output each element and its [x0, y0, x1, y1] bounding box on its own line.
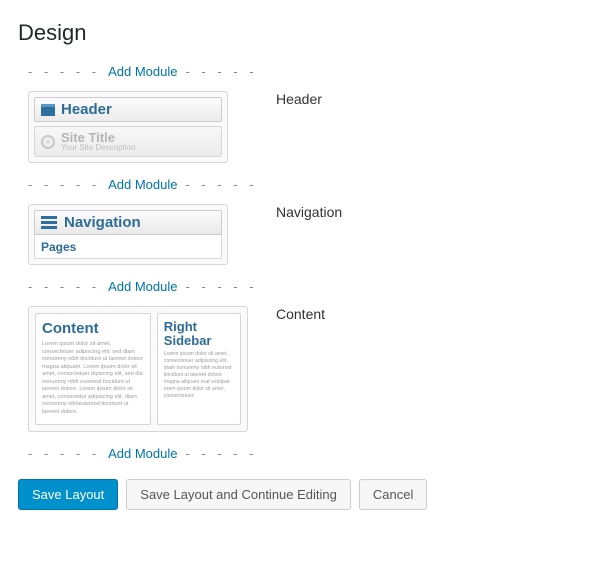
save-layout-button[interactable]: Save Layout — [18, 479, 118, 510]
content-main-lorem: Lorem ipsum dolor sit amet, consectetuer… — [42, 341, 144, 416]
content-sidebar-column: Right Sidebar Lorem ipsum dolor sit amet… — [157, 313, 241, 425]
navigation-pages-row: Pages — [34, 235, 222, 259]
section-label-header: Header — [268, 91, 322, 108]
add-module-row: - - - - - Add Module - - - - - — [28, 177, 582, 192]
add-module-row: - - - - - Add Module - - - - - — [28, 446, 582, 461]
window-icon — [41, 104, 55, 116]
divider-dashes: - - - - - — [185, 64, 257, 79]
cancel-button[interactable]: Cancel — [359, 479, 427, 510]
navigation-preview-title: Navigation — [64, 214, 141, 231]
navigation-pages-text: Pages — [41, 240, 76, 254]
divider-dashes: - - - - - — [28, 177, 100, 192]
divider-dashes: - - - - - — [28, 279, 100, 294]
divider-dashes: - - - - - — [28, 64, 100, 79]
page-title: Design — [18, 20, 582, 46]
content-sidebar-lorem: Lorem ipsum dolor sit amet, consectetuer… — [164, 351, 234, 400]
site-description-text: Your Site Description — [61, 144, 135, 152]
button-row: Save Layout Save Layout and Continue Edi… — [18, 479, 582, 510]
content-preview-card[interactable]: Content Lorem ipsum dolor sit amet, cons… — [28, 306, 248, 432]
save-continue-button[interactable]: Save Layout and Continue Editing — [126, 479, 351, 510]
content-main-column: Content Lorem ipsum dolor sit amet, cons… — [35, 313, 151, 425]
section-content: Content Lorem ipsum dolor sit amet, cons… — [18, 306, 582, 432]
content-sidebar-heading: Right Sidebar — [164, 320, 234, 347]
navigation-preview-card[interactable]: Navigation Pages — [28, 204, 228, 265]
add-module-link[interactable]: Add Module — [100, 446, 185, 461]
add-module-link[interactable]: Add Module — [100, 64, 185, 79]
divider-dashes: - - - - - — [185, 279, 257, 294]
add-module-row: - - - - - Add Module - - - - - — [28, 279, 582, 294]
navigation-preview-bar: Navigation — [34, 210, 222, 235]
site-title-preview: Site Title Your Site Description — [34, 126, 222, 157]
section-label-content: Content — [268, 306, 325, 323]
section-label-navigation: Navigation — [268, 204, 342, 221]
section-header: Header Site Title Your Site Description … — [18, 91, 582, 163]
hamburger-icon — [41, 216, 57, 229]
add-module-link[interactable]: Add Module — [100, 177, 185, 192]
add-module-link[interactable]: Add Module — [100, 279, 185, 294]
header-preview-title: Header — [61, 101, 112, 118]
site-logo-icon — [41, 135, 55, 149]
header-preview-bar: Header — [34, 97, 222, 122]
divider-dashes: - - - - - — [28, 446, 100, 461]
divider-dashes: - - - - - — [185, 446, 257, 461]
content-main-heading: Content — [42, 320, 144, 337]
divider-dashes: - - - - - — [185, 177, 257, 192]
header-preview-card[interactable]: Header Site Title Your Site Description — [28, 91, 228, 163]
add-module-row: - - - - - Add Module - - - - - — [28, 64, 582, 79]
section-navigation: Navigation Pages Navigation — [18, 204, 582, 265]
